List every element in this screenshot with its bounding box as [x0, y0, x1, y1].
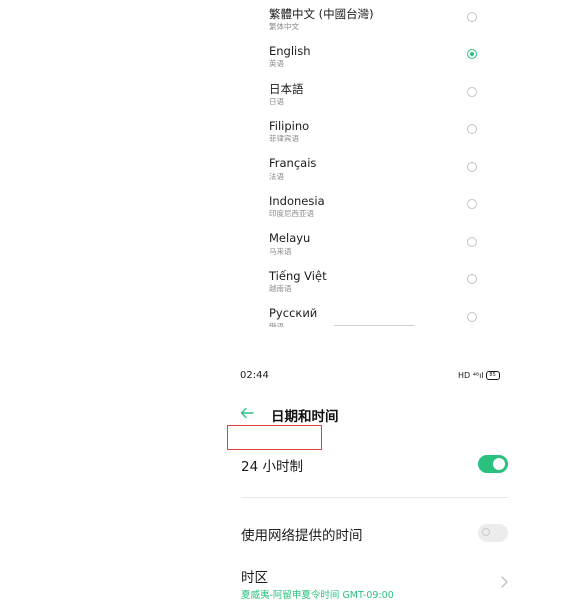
radio-button[interactable] [467, 12, 477, 22]
highlight-box [227, 425, 322, 450]
chevron-right-icon [501, 576, 508, 588]
setting-label: 24 小时制 [241, 459, 303, 475]
language-name: Français [269, 156, 317, 170]
radio-button[interactable] [467, 162, 477, 172]
setting-label: 使用网络提供的时间 [241, 528, 363, 544]
language-subtitle: 法语 [269, 172, 284, 181]
language-subtitle: 印度尼西亚语 [269, 209, 314, 218]
language-name: 日本語 [269, 82, 304, 96]
status-time: 02:44 [240, 370, 269, 381]
radio-button[interactable] [467, 274, 477, 284]
signal-icon: HD ⁴⁶ıl [458, 371, 484, 380]
radio-button[interactable] [467, 199, 477, 209]
language-name: 繁體中文 (中國台灣) [269, 7, 374, 21]
radio-button[interactable] [467, 237, 477, 247]
language-subtitle: 俄语 [269, 322, 284, 327]
battery-icon: 85 [485, 371, 500, 380]
setting-label: 时区 [241, 570, 268, 586]
language-subtitle: 越南语 [269, 284, 292, 293]
language-name: Русский [269, 306, 318, 320]
radio-button[interactable] [467, 124, 477, 134]
language-name: Indonesia [269, 194, 325, 208]
language-subtitle: 繁体中文 [269, 22, 299, 31]
radio-button-selected[interactable] [467, 49, 477, 59]
back-arrow-icon[interactable] [239, 405, 255, 421]
language-subtitle: 日语 [269, 97, 284, 106]
radio-button[interactable] [467, 87, 477, 97]
scroll-indicator[interactable] [334, 325, 414, 326]
toggle-switch-off[interactable] [478, 524, 508, 542]
status-indicators: HD ⁴⁶ıl 85 [458, 371, 500, 380]
language-subtitle: 菲律宾语 [269, 134, 299, 143]
toggle-switch-on[interactable] [478, 455, 508, 473]
language-name: Tiếng Việt [269, 269, 327, 283]
divider [241, 497, 509, 498]
language-name: Filipino [269, 119, 310, 133]
language-subtitle: 马来语 [269, 247, 292, 256]
timezone-value: 夏威夷-阿留申夏令时间 GMT-09:00 [241, 590, 394, 601]
page-title: 日期和时间 [271, 409, 339, 425]
radio-button[interactable] [467, 312, 477, 322]
language-name: Melayu [269, 231, 311, 245]
language-name: English [269, 44, 311, 58]
language-subtitle: 英语 [269, 59, 284, 68]
